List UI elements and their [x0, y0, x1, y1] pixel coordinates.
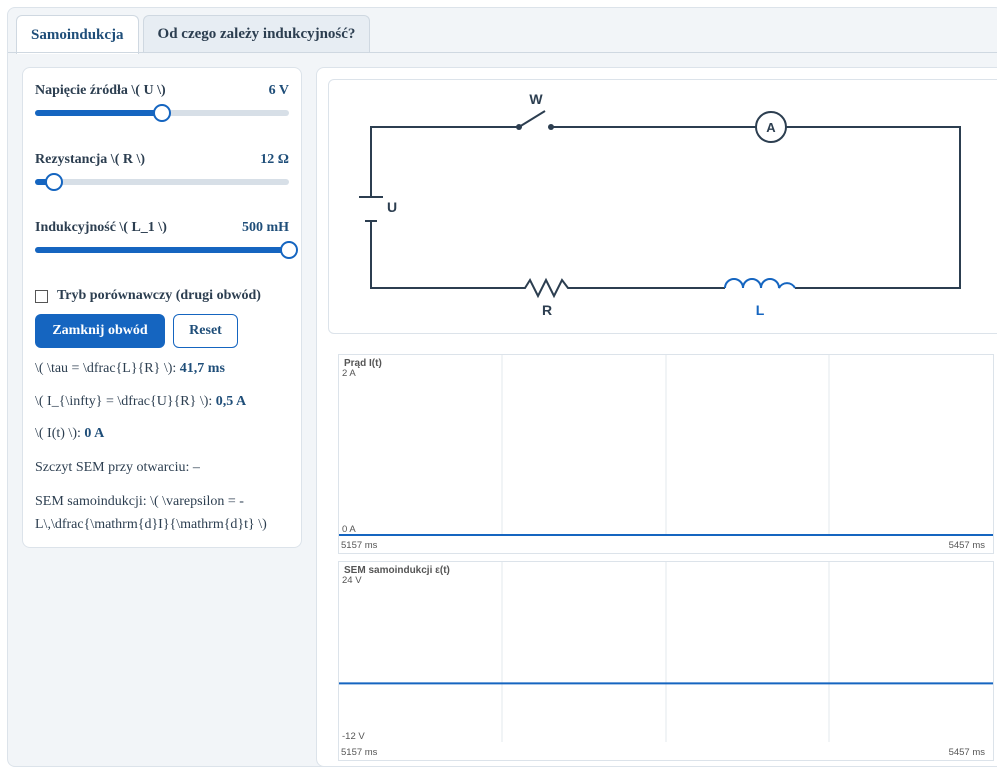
inductance-slider-thumb[interactable]	[280, 241, 298, 259]
wire-bottom-left	[370, 221, 521, 289]
sem-formula: SEM samoindukcji: \( \varepsilon = -L\,\…	[35, 494, 267, 532]
tab-divider	[8, 52, 997, 53]
tab-bar: Samoindukcja Od czego zależy indukcyjnoś…	[16, 15, 371, 54]
inductance-label: Indukcyjność \( L_1 \)	[35, 220, 167, 235]
resistance-value: 12 Ω	[260, 152, 289, 167]
circuit-svg: W A U R L	[359, 91, 961, 318]
tau-value: 41,7 ms	[179, 361, 225, 376]
switch-label: W	[529, 91, 543, 107]
resistance-slider-thumb[interactable]	[44, 173, 63, 191]
voltage-label: Napięcie źródła \( U \)	[35, 83, 166, 98]
y-min-label: 0 A	[342, 524, 356, 535]
compare-mode-label: Tryb porównawczy (drugi obwód)	[57, 288, 261, 303]
current-chart-svg: Prąd I(t)2 A0 A5157 ms 5457 ms	[339, 355, 993, 551]
close-circuit-button[interactable]: Zamknij obwód	[35, 314, 165, 348]
i-infinity-value: 0,5 A	[215, 394, 247, 409]
resistor-zigzag	[521, 277, 573, 299]
tau-readout: \( \tau = \dfrac{L}{R} \): 41,7 ms	[35, 361, 225, 377]
y-max-label: 2 A	[342, 368, 356, 379]
inductance-value: 500 mH	[241, 220, 289, 235]
resistance-control: Rezystancja \( R \) 12 Ω	[35, 151, 289, 191]
x-start-label: 5157 ms	[341, 540, 378, 551]
reset-button[interactable]: Reset	[173, 314, 238, 348]
resistor-symbol	[521, 277, 573, 299]
resistor-label: R	[542, 302, 552, 318]
wire-top-left	[370, 126, 519, 197]
resistance-label: Rezystancja \( R \)	[35, 152, 146, 167]
inductance-control: Indukcyjność \( L_1 \) 500 mH	[35, 219, 298, 259]
current-chart: Prąd I(t) 2 A0 A 5157 ms 5457 ms	[338, 354, 994, 554]
switch-symbol[interactable]	[516, 110, 554, 130]
inductor-label: L	[756, 302, 765, 318]
circuit-diagram: W A U R L	[328, 79, 997, 334]
peak-sem-readout: Szczyt SEM przy otwarciu: –	[35, 460, 200, 475]
wire-top-right	[786, 126, 961, 289]
circuit-wires	[370, 126, 961, 289]
y-max-label: 24 V	[342, 575, 362, 586]
tau-label: \( \tau = \dfrac{L}{R} \):	[35, 361, 180, 376]
compare-mode-toggle[interactable]: Tryb porównawczy (drugi obwód)	[35, 288, 261, 304]
compare-mode-checkbox[interactable]	[35, 289, 48, 303]
inductor-coil	[724, 278, 796, 289]
voltage-control: Napięcie źródła \( U \) 6 V	[35, 82, 289, 122]
voltage-slider-thumb[interactable]	[153, 104, 171, 122]
y-min-label: -12 V	[342, 731, 365, 742]
tab-self-induction[interactable]: Samoindukcja	[16, 15, 139, 54]
i-infinity-readout: \( I_{\infty} = \dfrac{U}{R} \): 0,5 A	[35, 394, 246, 410]
x-end-label: 5457 ms	[949, 540, 986, 551]
i-infinity-label: \( I_{\infty} = \dfrac{U}{R} \):	[35, 394, 216, 409]
controls-panel: Napięcie źródła \( U \) 6 V Rezystancja …	[22, 67, 302, 548]
ammeter-symbol: A	[755, 111, 787, 143]
switch-lever	[518, 110, 546, 128]
voltage-value: 6 V	[268, 83, 289, 98]
resistance-slider[interactable]	[35, 173, 289, 191]
current-label: \( I(t) \):	[35, 426, 85, 441]
battery-symbol	[359, 196, 383, 222]
inductor-symbol	[724, 278, 796, 289]
source-label: U	[387, 199, 397, 215]
inductance-slider-fill	[35, 247, 289, 253]
inductance-slider[interactable]	[35, 241, 298, 259]
sem-chart: SEM samoindukcji ε(t) 24 V -12 V 5157 ms 545…	[338, 561, 994, 761]
x-end-label: 5457 ms	[949, 747, 986, 758]
x-start-label: 5157 ms	[341, 747, 378, 758]
voltage-slider[interactable]	[35, 104, 289, 122]
ammeter-label: A	[766, 120, 776, 135]
current-readout: \( I(t) \): 0 A	[35, 426, 104, 442]
switch-contact-right	[548, 124, 554, 130]
tab-inductance-factors[interactable]: Od czego zależy indukcyjność?	[142, 15, 371, 53]
sem-chart-svg: SEM samoindukcji ε(t)24 V-12 V5157 ms 545…	[339, 562, 993, 758]
current-value: 0 A	[84, 426, 105, 441]
voltage-slider-fill	[35, 110, 162, 116]
